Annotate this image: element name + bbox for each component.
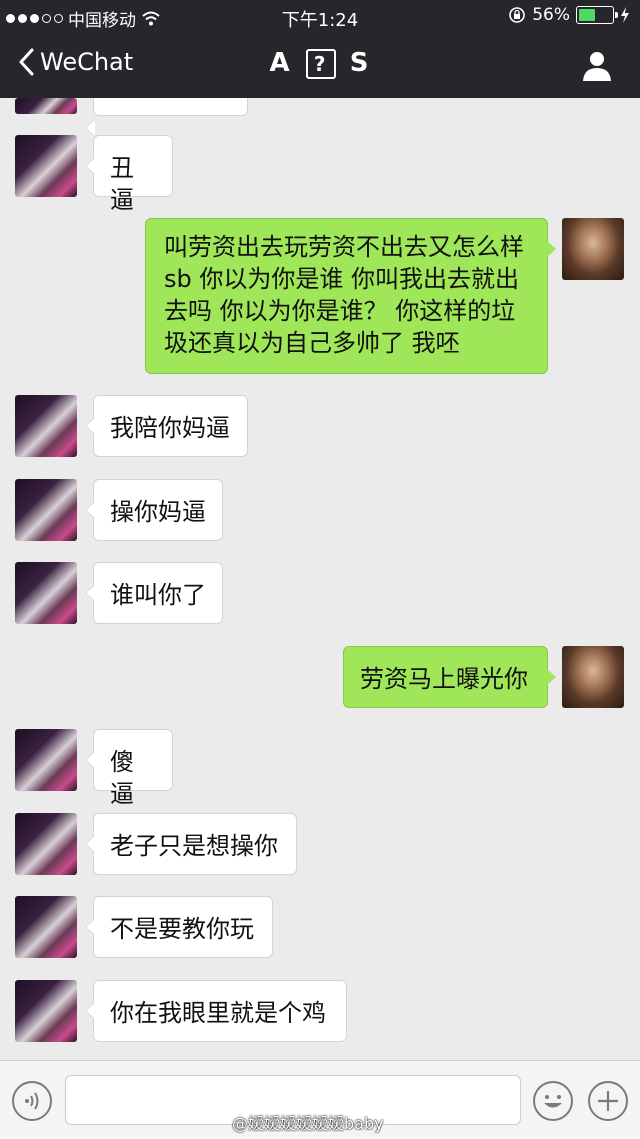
battery-percent: 56% bbox=[532, 5, 570, 25]
watermark-text: @嫒嫒嫒嫒嫒嫒baby bbox=[232, 1114, 384, 1133]
contact-avatar[interactable] bbox=[15, 729, 77, 791]
message-line: 叫劳资出去玩劳资不出去又怎么样 bbox=[164, 233, 524, 261]
message-bubble[interactable]: 谁叫你了 bbox=[85, 562, 223, 624]
message-bubble[interactable]: 叫劳资出去玩劳资不出去又怎么样 sb 你以为你是谁 你叫我出去就出 去吗 你以为… bbox=[145, 218, 556, 374]
status-bar: 中国移动 下午1:24 56% bbox=[0, 0, 640, 32]
contact-avatar[interactable] bbox=[15, 896, 77, 958]
lock-rotation-icon bbox=[509, 7, 526, 23]
contact-avatar[interactable] bbox=[15, 98, 77, 114]
emoji-icon bbox=[544, 1095, 562, 1108]
chat-title: A ? S bbox=[0, 48, 640, 79]
profile-icon[interactable] bbox=[582, 50, 612, 82]
contact-avatar[interactable] bbox=[15, 395, 77, 457]
message-bubble[interactable]: 操你妈逼 bbox=[85, 479, 223, 541]
my-avatar[interactable] bbox=[562, 218, 624, 280]
contact-avatar[interactable] bbox=[15, 135, 77, 197]
message-bubble[interactable]: 我陪你妈逼 bbox=[85, 395, 248, 457]
status-right: 56% bbox=[508, 5, 630, 25]
title-part-a: A bbox=[269, 48, 292, 78]
plus-icon bbox=[598, 1091, 618, 1111]
voice-icon bbox=[25, 1092, 39, 1110]
my-avatar[interactable] bbox=[562, 646, 624, 708]
message-bubble[interactable]: 你在我眼里就是个鸡 bbox=[85, 980, 347, 1042]
charging-icon bbox=[621, 7, 629, 23]
nav-bar: WeChat A ? S bbox=[0, 32, 640, 98]
message-line: 去吗 你以为你是谁？ 你这样的垃 bbox=[164, 297, 516, 325]
contact-avatar[interactable] bbox=[15, 479, 77, 541]
message-bubble[interactable]: 劳资马上曝光你 bbox=[343, 646, 556, 708]
title-box: ? bbox=[305, 48, 336, 79]
emoji-button[interactable] bbox=[533, 1081, 573, 1121]
message-bubble[interactable] bbox=[85, 98, 248, 136]
contact-avatar[interactable] bbox=[15, 562, 77, 624]
message-bubble[interactable]: 老子只是想操你 bbox=[85, 813, 297, 875]
title-part-s: S bbox=[349, 48, 371, 78]
message-line: 圾还真以为自己多帅了 我呸 bbox=[164, 329, 460, 357]
battery-icon bbox=[576, 6, 618, 24]
message-bubble[interactable]: 不是要教你玩 bbox=[85, 896, 273, 958]
plus-button[interactable] bbox=[588, 1081, 628, 1121]
contact-avatar[interactable] bbox=[15, 980, 77, 1042]
message-bubble[interactable]: 傻逼 bbox=[85, 729, 173, 808]
contact-avatar[interactable] bbox=[15, 813, 77, 875]
message-line: sb 你以为你是谁 你叫我出去就出 bbox=[164, 265, 519, 293]
message-bubble[interactable]: 丑逼 bbox=[85, 135, 173, 214]
voice-button[interactable] bbox=[12, 1081, 52, 1121]
